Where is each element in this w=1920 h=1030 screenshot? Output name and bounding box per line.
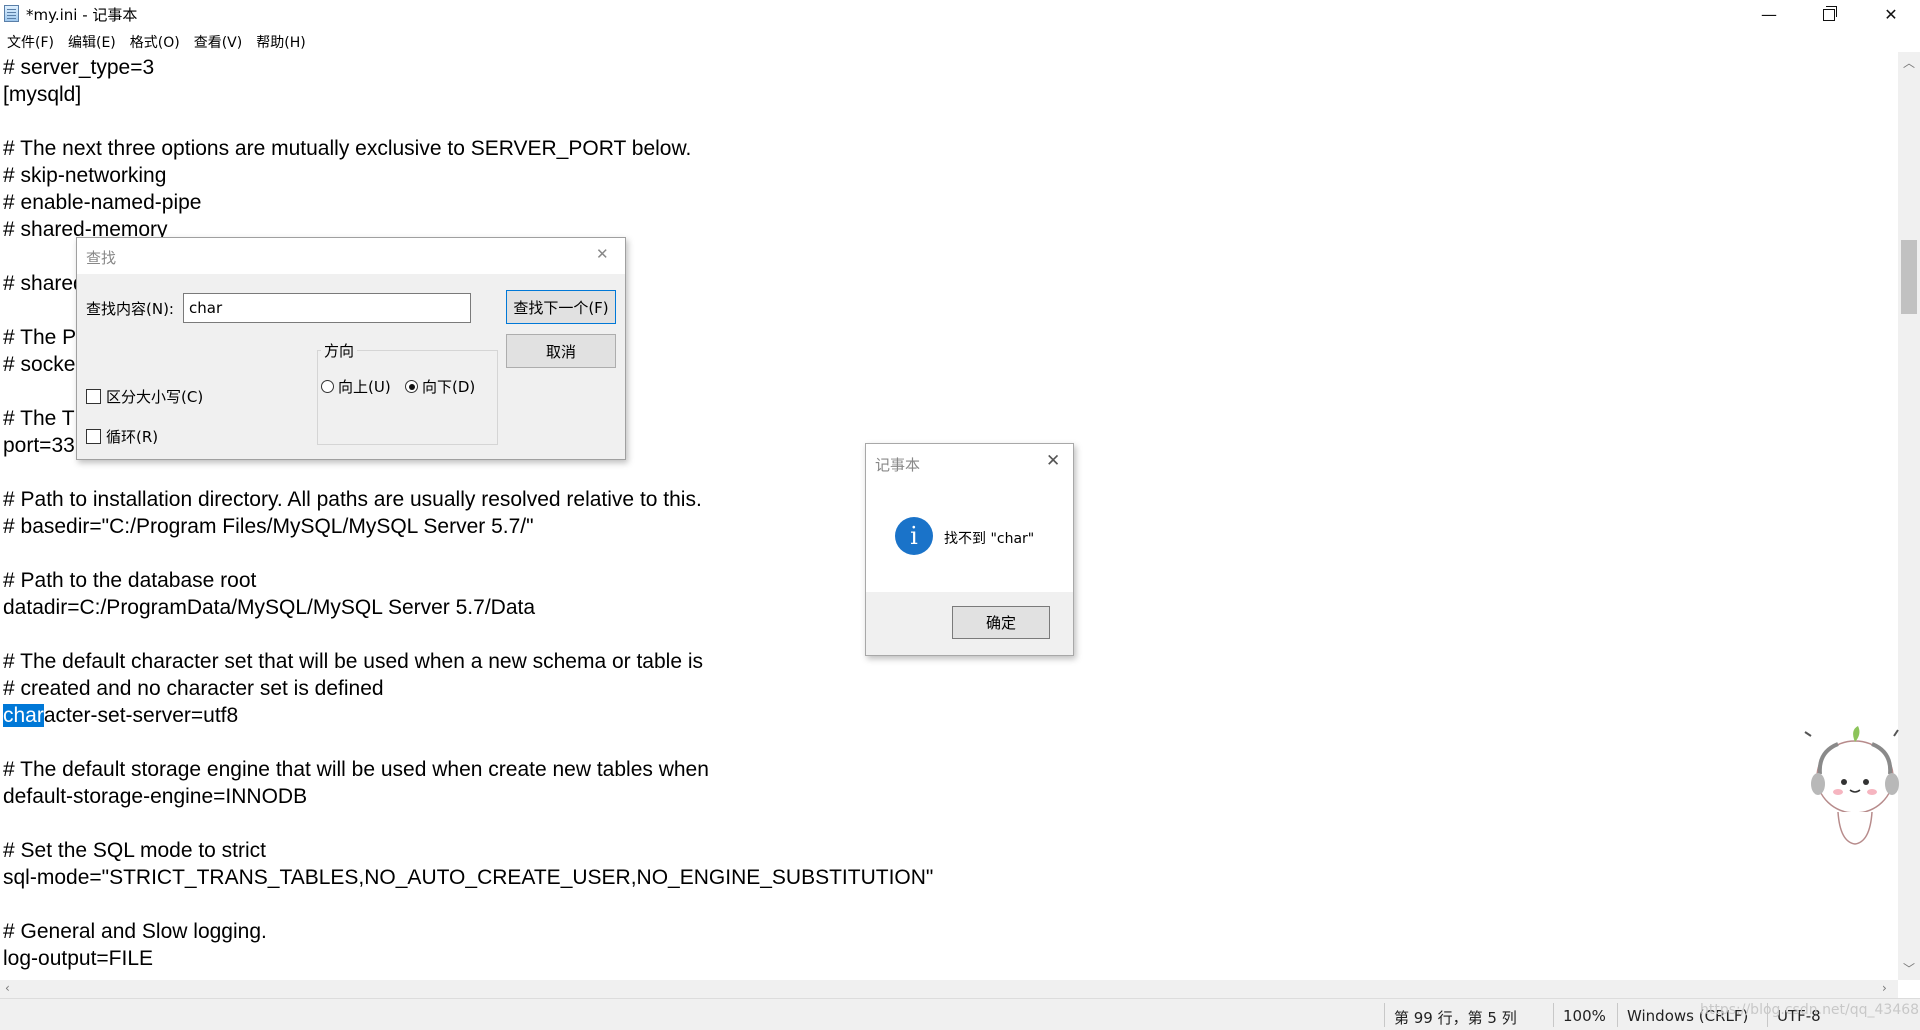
text-line: default-storage-engine=INNODB (3, 785, 308, 808)
horizontal-scrollbar[interactable]: ‹ › (0, 980, 1898, 998)
checkbox-icon (86, 429, 101, 444)
restore-button[interactable] (1800, 0, 1858, 29)
text-line: # Path to the database root (3, 569, 257, 592)
message-box-title: 记事本 (875, 456, 921, 474)
find-dialog-title: 查找 (86, 249, 117, 267)
search-selection: char (3, 704, 44, 727)
text-line: # The default character set that will be… (3, 650, 704, 673)
match-case-checkbox[interactable]: 区分大小写(C) (86, 386, 203, 407)
text-line: # shared (3, 272, 85, 295)
text-line: # Set the SQL mode to strict (3, 839, 267, 862)
message-box-close-icon[interactable]: ✕ (1046, 451, 1060, 471)
cartoon-sticker-image (1804, 726, 1899, 845)
text-line: sql-mode="STRICT_TRANS_TABLES,NO_AUTO_CR… (3, 866, 934, 889)
text-line: # skip-networking (3, 164, 167, 187)
match-case-label: 区分大小写(C) (106, 388, 204, 406)
text-line: # server_type=3 (3, 56, 155, 79)
zoom-level: 100% (1563, 1007, 1606, 1025)
wrap-checkbox[interactable]: 循环(R) (86, 426, 158, 447)
notepad-app-icon (4, 5, 19, 22)
menu-format[interactable]: 格式(O) (123, 30, 187, 52)
info-icon: i (895, 517, 933, 555)
find-input[interactable] (183, 293, 471, 323)
text-line: # The T (3, 407, 75, 430)
scroll-right-icon[interactable]: › (1882, 981, 1887, 995)
text-line: datadir=C:/ProgramData/MySQL/MySQL Serve… (3, 596, 536, 619)
title-bar: *my.ini - 记事本 — ✕ (0, 0, 1920, 29)
text-line: # socke (3, 353, 76, 376)
cursor-position: 第 99 行，第 5 列 (1394, 1009, 1517, 1027)
close-button[interactable]: ✕ (1862, 0, 1920, 29)
scroll-left-icon[interactable]: ‹ (5, 981, 10, 995)
direction-group (317, 350, 498, 445)
menu-help[interactable]: 帮助(H) (249, 30, 312, 52)
status-separator (1617, 1003, 1618, 1027)
status-separator (1384, 1003, 1385, 1027)
find-dialog-close-icon[interactable]: ✕ (596, 245, 609, 263)
menu-view[interactable]: 查看(V) (187, 30, 250, 52)
find-dialog-titlebar: 查找 ✕ (77, 238, 625, 274)
find-dialog: 查找 ✕ 查找内容(N): 查找下一个(F) 取消 方向 向上(U) 向下(D)… (76, 237, 626, 460)
text-line: log-output=FILE (3, 947, 154, 970)
text-line: # General and Slow logging. (3, 920, 267, 943)
message-box: 记事本 ✕ i 找不到 "char" 确定 (865, 443, 1074, 656)
window-title: *my.ini - 记事本 (26, 6, 138, 24)
find-label: 查找内容(N): (86, 300, 174, 318)
text-line: # The next three options are mutually ex… (3, 137, 692, 160)
text-line: port=33 (3, 434, 75, 457)
message-text: 找不到 "char" (944, 531, 1035, 547)
status-bar: 第 99 行，第 5 列 100% Windows (CRLF) UTF-8 (0, 998, 1920, 1030)
direction-down-label: 向下(D) (422, 378, 476, 396)
status-separator (1553, 1003, 1554, 1027)
direction-label: 方向 (321, 340, 358, 361)
text-line: # enable-named-pipe (3, 191, 202, 214)
radio-on-icon (405, 380, 418, 393)
direction-up-label: 向上(U) (338, 378, 391, 396)
text-line: # Path to installation directory. All pa… (3, 488, 702, 511)
checkbox-icon (86, 389, 101, 404)
text-line: # basedir="C:/Program Files/MySQL/MySQL … (3, 515, 534, 538)
text-line: [mysqld] (3, 83, 82, 106)
text-line: # The default storage engine that will b… (3, 758, 709, 781)
selected-text-line: character-set-server=utf8 (3, 702, 238, 729)
wrap-label: 循环(R) (106, 428, 159, 446)
minimize-button[interactable]: — (1740, 0, 1798, 29)
menu-bar: 文件(F) 编辑(E) 格式(O) 查看(V) 帮助(H) (0, 30, 1920, 52)
text-line: # created and no character set is define… (3, 677, 384, 700)
direction-down-radio[interactable]: 向下(D) (405, 376, 475, 397)
radio-off-icon (321, 380, 334, 393)
vertical-scroll-thumb[interactable] (1901, 240, 1917, 314)
text-line: # The Pi (3, 326, 81, 349)
menu-file[interactable]: 文件(F) (0, 30, 61, 52)
message-box-body: 记事本 ✕ i 找不到 "char" (866, 444, 1073, 592)
scroll-down-icon[interactable]: ﹀ (1903, 960, 1915, 977)
direction-up-radio[interactable]: 向上(U) (321, 376, 391, 397)
find-next-button[interactable]: 查找下一个(F) (506, 290, 616, 324)
scroll-up-icon[interactable]: ︿ (1903, 54, 1915, 71)
watermark-text: https://blog.csdn.net/qq_43468592 (1700, 1002, 1920, 1018)
cancel-button[interactable]: 取消 (506, 334, 616, 368)
text-line-rest: acter-set-server=utf8 (43, 704, 239, 727)
restore-icon (1823, 5, 1837, 21)
menu-edit[interactable]: 编辑(E) (61, 30, 123, 52)
ok-button[interactable]: 确定 (952, 606, 1050, 639)
